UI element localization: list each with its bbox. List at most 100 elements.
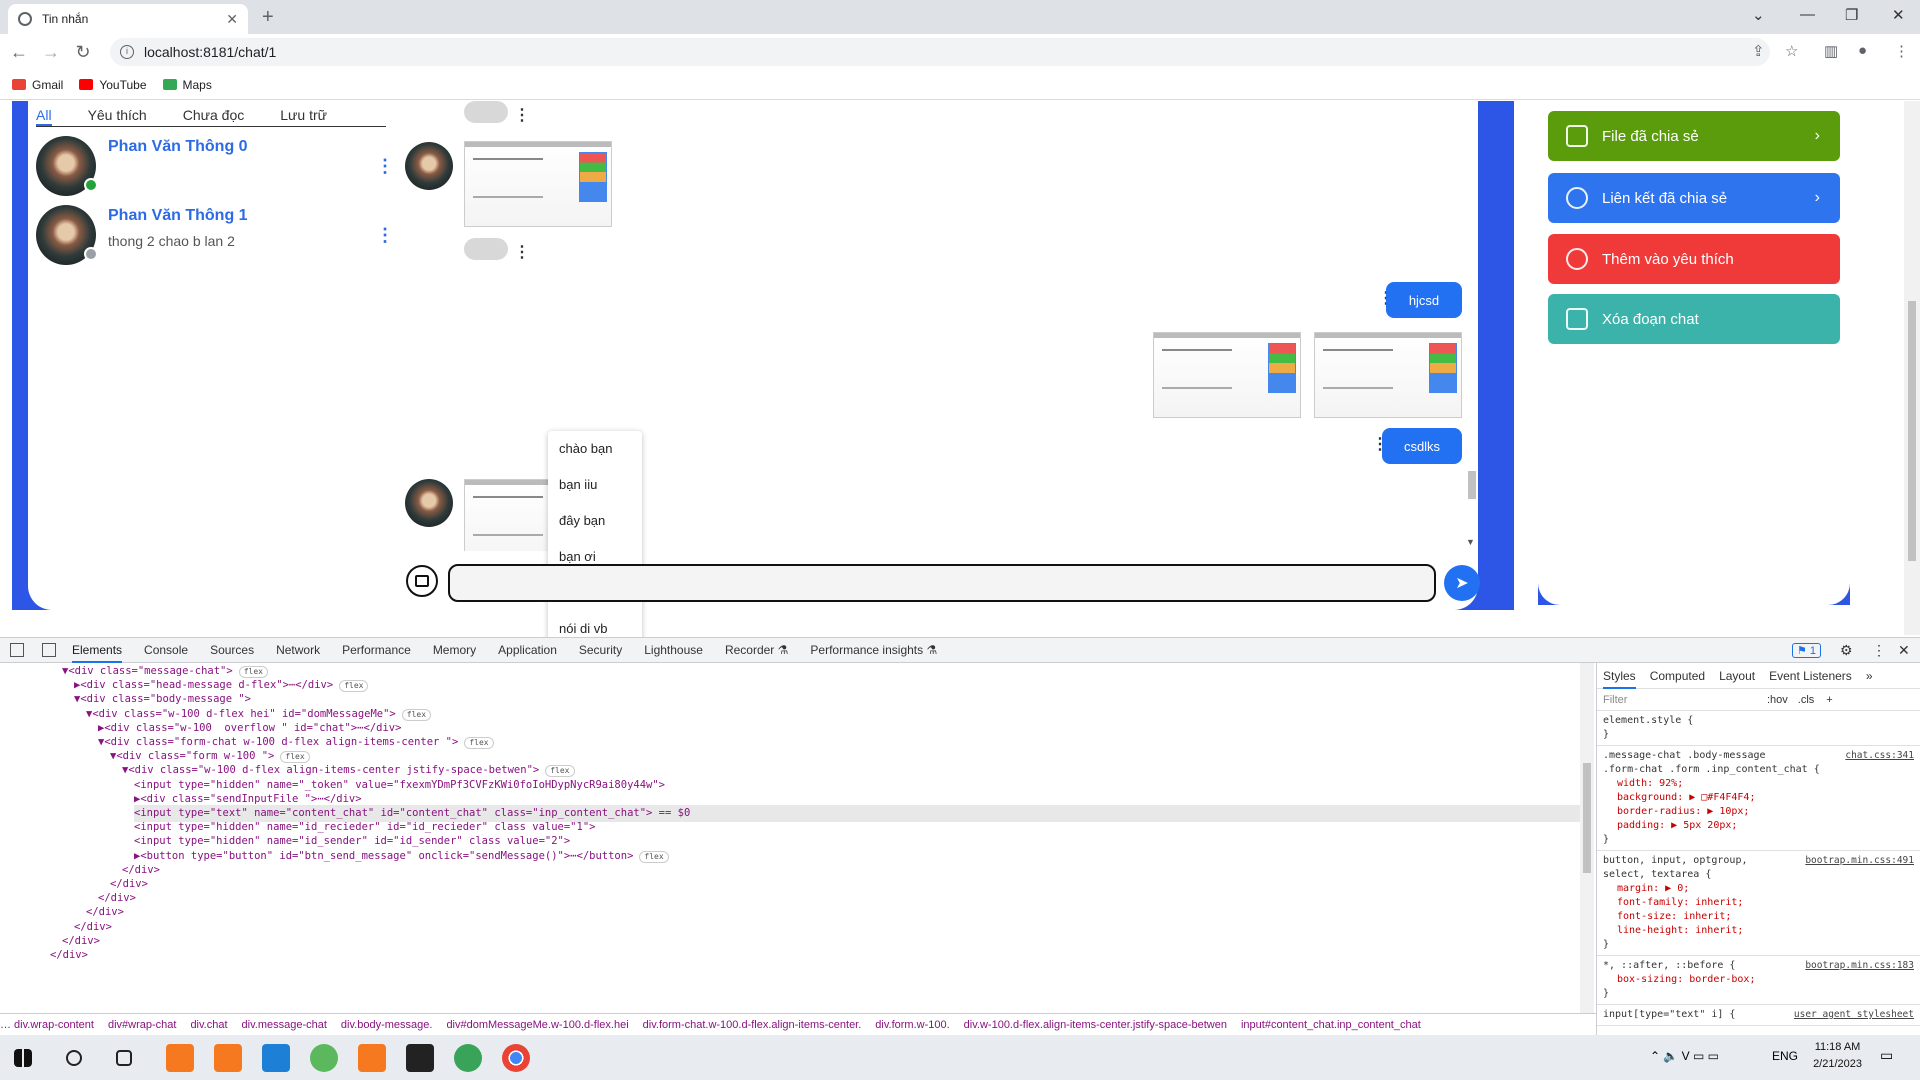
flex-badge[interactable]: flex [545,765,575,778]
inspect-element-icon[interactable] [10,643,24,657]
flex-badge[interactable]: flex [280,751,310,764]
devtools-tab-console[interactable]: Console [144,643,188,657]
filter-all[interactable]: All [36,107,52,126]
menu-icon[interactable]: ⋮ [1894,42,1909,60]
image-message[interactable] [1153,332,1301,418]
style-source-link[interactable]: bootrap.min.css:183 [1805,959,1914,973]
profile-icon[interactable]: ● [1858,42,1867,59]
shared-files-button[interactable]: File đã chia sẻ › [1548,111,1840,161]
quick-reply-item[interactable]: đây bạn [548,503,642,539]
flex-badge[interactable]: flex [639,850,669,863]
vscode-icon[interactable] [262,1043,290,1072]
breadcrumb-item[interactable]: div#domMessageMe.w-100.d-flex.hei [446,1019,628,1031]
image-message[interactable] [464,141,612,227]
filter-favorite[interactable]: Yêu thích [88,107,147,126]
side-panel-icon[interactable]: ▥ [1824,42,1838,60]
devtools-tab-sources[interactable]: Sources [210,643,254,657]
bookmark-maps[interactable]: Maps [162,78,212,92]
system-tray-icons[interactable]: ⌃ 🔈 V ▭ ▭ [1650,1049,1719,1063]
styles-tab-more[interactable]: » [1866,669,1873,683]
more-options-icon[interactable]: ⋮ [376,225,394,246]
issues-badge[interactable]: ⚑ 1 [1792,643,1822,658]
style-source-link[interactable]: user agent stylesheet [1794,1008,1914,1022]
settings-gear-icon[interactable]: ⚙ [1840,642,1853,659]
bookmark-gmail[interactable]: Gmail [12,78,63,92]
contact-item[interactable]: Phan Văn Thông 0 ⋮ [36,136,396,198]
close-window-button[interactable]: ✕ [1892,6,1905,24]
xampp-icon[interactable] [166,1043,194,1072]
style-property[interactable]: padding: ▶ 5px 20px; [1603,819,1914,833]
breadcrumb-item[interactable]: input#content_chat.inp_content_chat [1241,1019,1421,1031]
more-options-icon[interactable]: ⋮ [376,156,394,177]
share-icon[interactable]: ⇪ [1752,42,1765,60]
breadcrumb-item[interactable]: … div.wrap-content [0,1019,94,1031]
style-source-link[interactable]: bootrap.min.css:491 [1805,854,1914,868]
styles-filter-input[interactable]: Filter [1603,694,1753,706]
styles-tab-styles[interactable]: Styles [1603,663,1636,689]
image-message[interactable] [1314,332,1462,418]
task-view-icon[interactable] [116,1049,132,1066]
breadcrumb-item[interactable]: div.form-chat.w-100.d-flex.align-items-c… [643,1019,862,1031]
devtools-tab-security[interactable]: Security [579,643,622,657]
dom-node-line[interactable]: </div> [50,947,1550,964]
styles-tab-event-listeners[interactable]: Event Listeners [1769,669,1852,683]
xampp-icon[interactable] [358,1043,386,1072]
add-rule-icon[interactable]: + [1826,694,1832,706]
site-info-icon[interactable]: i [120,45,134,59]
back-icon[interactable]: ← [6,42,32,63]
devtools-tab-performance[interactable]: Performance [342,643,411,657]
maximize-button[interactable]: ❐ [1845,6,1858,24]
new-tab-button[interactable]: + [262,6,274,29]
message-options-icon[interactable]: ⋮ [514,105,530,125]
devtools-tab-recorder[interactable]: Recorder ⚗ [725,643,788,657]
chrome-icon[interactable] [502,1043,530,1072]
style-property[interactable]: line-height: inherit; [1603,924,1914,938]
style-property[interactable]: background: ▶ □#F4F4F4; [1603,791,1914,805]
breadcrumb-item[interactable]: div.message-chat [242,1019,327,1031]
devtools-tab-application[interactable]: Application [498,643,557,657]
bookmark-star-icon[interactable]: ☆ [1785,42,1798,60]
more-vert-icon[interactable]: ⋮ [1872,642,1886,659]
devtools-tab-memory[interactable]: Memory [433,643,476,657]
flex-badge[interactable]: flex [238,666,268,678]
taskbar-clock[interactable]: 11:18 AM 2/21/2023 [1813,1039,1862,1073]
bookmark-youtube[interactable]: YouTube [79,78,147,92]
cls-toggle[interactable]: .cls [1798,694,1815,706]
image-icon[interactable] [406,565,438,597]
message-list-scrollbar[interactable]: ▼ [1466,101,1478,551]
shared-links-button[interactable]: Liên kết đã chia sẻ › [1548,173,1840,223]
flex-badge[interactable]: flex [401,708,432,721]
flex-badge[interactable]: flex [339,680,369,693]
filter-archived[interactable]: Lưu trữ [280,107,327,126]
message-options-icon[interactable]: ⋮ [514,242,530,262]
filter-unread[interactable]: Chưa đọc [183,107,245,126]
input-language[interactable]: ENG [1772,1049,1798,1063]
style-property[interactable]: border-radius: ▶ 10px; [1603,805,1914,819]
scroll-down-arrow-icon[interactable]: ▼ [1466,537,1475,547]
terminal-icon[interactable] [406,1043,434,1072]
close-tab-icon[interactable]: ✕ [226,11,238,28]
minimize-button[interactable]: — [1800,6,1815,23]
message-input[interactable] [448,564,1436,602]
delete-chat-button[interactable]: Xóa đoạn chat [1548,294,1840,344]
tab-search-icon[interactable]: ⌄ [1752,6,1765,24]
breadcrumb-item[interactable]: div.chat [190,1019,227,1031]
forward-icon[interactable]: → [38,42,64,63]
close-devtools-icon[interactable]: ✕ [1898,642,1910,659]
breadcrumb-item[interactable]: div.body-message. [341,1019,433,1031]
devtools-tab-network[interactable]: Network [276,643,320,657]
flex-badge[interactable]: flex [464,737,494,749]
add-favorite-button[interactable]: Thêm vào yêu thích [1548,234,1840,284]
paper-plane-icon[interactable]: ➤ [1444,565,1480,601]
style-property[interactable]: font-size: inherit; [1603,910,1914,924]
devtools-tab-elements[interactable]: Elements [72,637,123,663]
notifications-icon[interactable]: ▭ [1880,1047,1893,1064]
network-app-icon[interactable] [454,1043,482,1072]
style-property[interactable]: width: 92%; [1603,777,1914,791]
xampp-icon[interactable] [214,1043,242,1072]
breadcrumb-item[interactable]: div.w-100.d-flex.align-items-center.jsti… [964,1019,1227,1031]
elements-dom-tree[interactable]: ▼<div class="message-chat"> flex ▶<div cla… [0,663,1580,1013]
style-property[interactable]: margin: ▶ 0; [1603,882,1914,896]
windows-start-icon[interactable] [14,1048,32,1067]
style-source-link[interactable]: chat.css:341 [1845,749,1914,763]
